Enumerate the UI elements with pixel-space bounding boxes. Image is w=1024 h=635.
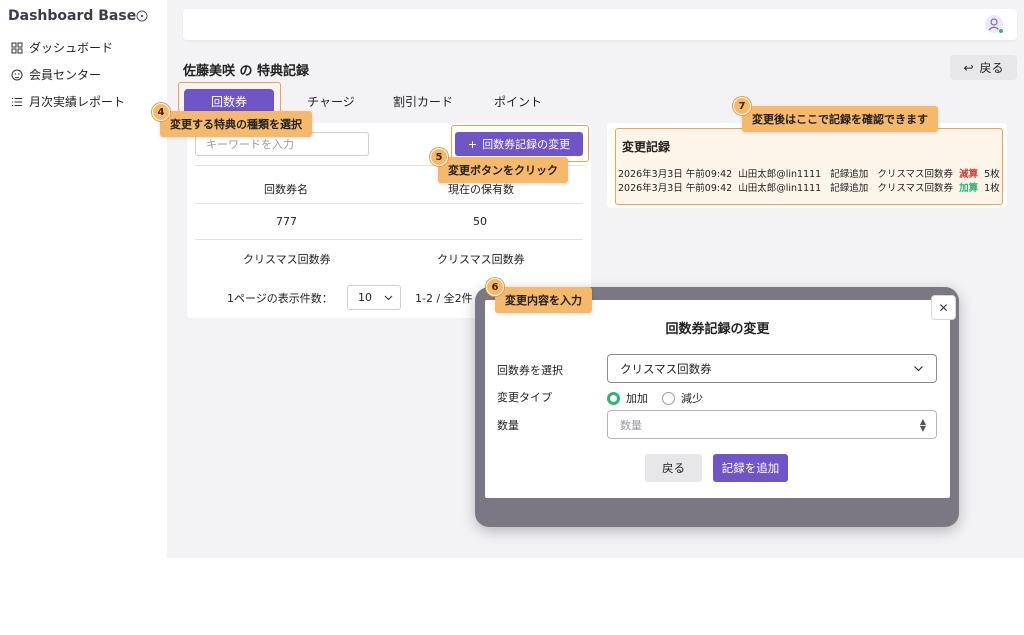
page-title: 佐藤美咲 の 特典記録 (183, 64, 310, 79)
callout-7: 変更後はここで記録を確認できます (742, 106, 938, 132)
return-icon: ↩ (963, 60, 974, 75)
chevron-down-icon (384, 295, 393, 300)
select-coupon-label: 回数券を選択 (497, 364, 563, 377)
quantity-input[interactable]: 数量 ▲ ▼ (607, 410, 937, 439)
callout-5: 変更ボタンをクリック (438, 157, 568, 183)
dashboard-icon (11, 42, 23, 53)
step-badge-5: 5 (430, 148, 448, 166)
cancel-button[interactable]: 戻る (645, 454, 702, 482)
page-size-select[interactable]: 10 (347, 285, 401, 310)
step-badge-4: 4 (152, 103, 170, 121)
sidebar-item-label: 会員センター (29, 68, 102, 82)
stepper-icon[interactable]: ▲ ▼ (920, 418, 926, 433)
column-header: 回数券名 (264, 183, 308, 196)
radio-decrease[interactable]: 減少 (662, 390, 703, 406)
step-badge-6: 6 (486, 278, 504, 296)
radio-add[interactable]: 加加 (607, 390, 648, 406)
change-log: 変更記録 2026年3月3日 午前09:42 山田太郎@lin1111 記録追加… (615, 128, 1003, 205)
dialog-title: 回数券記録の変更 (665, 322, 770, 337)
callout-4: 変更する特典の種類を選択 (160, 111, 312, 137)
top-bar (183, 9, 1017, 40)
close-icon[interactable]: ✕ (931, 295, 956, 320)
table-cell: 777 (276, 215, 297, 228)
change-record-dialog: 回数券記録の変更 回数券を選択 クリスマス回数券 変更タイプ 加加 減少 数量 … (485, 300, 950, 498)
sidebar-item-member-center[interactable]: 会員センター (11, 66, 101, 83)
callout-6: 変更内容を入力 (495, 287, 592, 313)
info-circle-icon[interactable] (136, 10, 148, 22)
tab-charge[interactable]: チャージ (303, 89, 359, 114)
column-header: 現在の保有数 (448, 183, 514, 196)
brand-title: Dashboard Base (8, 8, 137, 24)
table-cell: クリスマス回数券 (437, 253, 525, 266)
sidebar-item-monthly-report[interactable]: 月次実績レポート (11, 93, 125, 110)
radio-selected-icon (607, 391, 620, 405)
member-icon (11, 69, 23, 80)
tab-points[interactable]: ポイント (490, 89, 546, 114)
change-log-title: 変更記録 (622, 140, 671, 154)
sidebar-item-label: ダッシュボード (29, 41, 114, 55)
sidebar: Dashboard Base ダッシュボード 会員センター 月次実績レポート (0, 0, 167, 558)
sidebar-item-dashboard[interactable]: ダッシュボード (11, 39, 113, 56)
log-row: 2026年3月3日 午前09:42 山田太郎@lin1111 記録追加 クリスマ… (618, 169, 1000, 180)
chevron-down-icon (914, 366, 923, 372)
online-status-dot (998, 28, 1004, 34)
divider (195, 239, 583, 240)
sidebar-item-label: 月次実績レポート (29, 95, 126, 109)
step-badge-7: 7 (733, 97, 751, 115)
log-row: 2026年3月3日 午前09:42 山田太郎@lin1111 記録追加 クリスマ… (618, 183, 1000, 194)
change-type-label: 変更タイプ (497, 391, 552, 404)
coupon-select[interactable]: クリスマス回数券 (607, 354, 937, 383)
add-record-button[interactable]: 記録を追加 (713, 454, 788, 482)
quantity-label: 数量 (497, 419, 519, 432)
tab-discount-card[interactable]: 割引カード (391, 89, 455, 114)
pagination-info: 1-2 / 全2件 (415, 292, 473, 305)
list-icon (12, 97, 22, 106)
avatar[interactable] (985, 15, 1004, 34)
table-cell: クリスマス回数券 (243, 253, 331, 266)
back-button[interactable]: ↩ 戻る (950, 55, 1017, 80)
table-cell: 50 (473, 215, 487, 228)
page-size-label: 1ページの表示件数： (227, 292, 333, 305)
radio-unselected-icon (662, 391, 675, 405)
divider (195, 203, 583, 204)
